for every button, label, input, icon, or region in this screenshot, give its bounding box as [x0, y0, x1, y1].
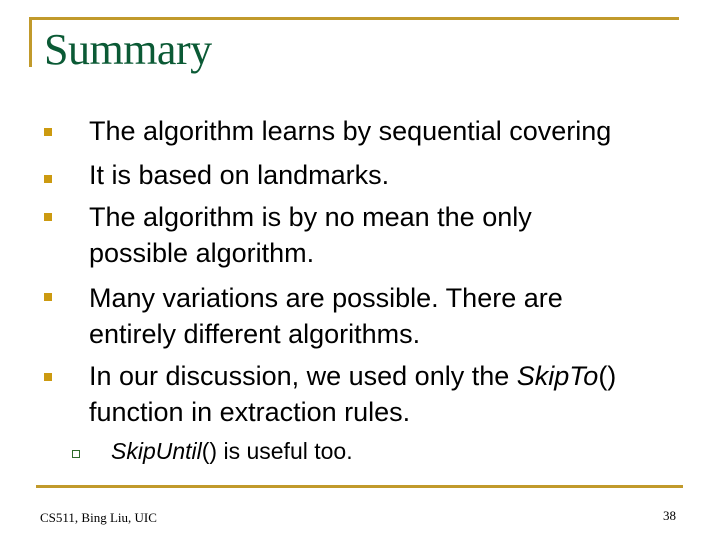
bullet-text-continuation: function in extraction rules. [89, 397, 411, 427]
footer-course-credit: CS511, Bing Liu, UIC [40, 510, 157, 525]
bullet-text: In our discussion, we used only the Skip… [89, 358, 616, 394]
bullet-text-prefix: In our discussion, we used only the [89, 361, 517, 391]
sub-bullet-text: SkipUntil() is useful too. [111, 436, 353, 466]
bullet-text: The algorithm is by no mean the only [89, 202, 532, 232]
square-bullet-icon [44, 175, 52, 183]
page-number: 38 [663, 508, 676, 523]
title-frame-left-rule [29, 17, 32, 67]
square-bullet-icon [44, 128, 52, 136]
square-bullet-icon [44, 373, 52, 381]
footer-rule [36, 485, 683, 488]
hollow-square-sub-bullet-icon [72, 450, 80, 458]
bullet-text: The algorithm learns by sequential cover… [89, 116, 612, 146]
bullet-text: Many variations are possible. There are [89, 283, 563, 313]
sub-bullet-suffix: () is useful too. [201, 438, 353, 464]
function-name-skipuntil: SkipUntil [111, 438, 202, 464]
title-frame-top-rule [29, 17, 679, 20]
bullet-text-continuation: entirely different algorithms. [89, 319, 421, 349]
bullet-text: It is based on landmarks. [89, 160, 390, 190]
parentheses: () [598, 361, 617, 391]
slide-title: Summary [44, 25, 212, 74]
square-bullet-icon [44, 293, 52, 301]
square-bullet-icon [44, 213, 52, 221]
bullet-text-continuation: possible algorithm. [89, 238, 315, 268]
function-name-skipto: SkipTo [516, 361, 599, 391]
